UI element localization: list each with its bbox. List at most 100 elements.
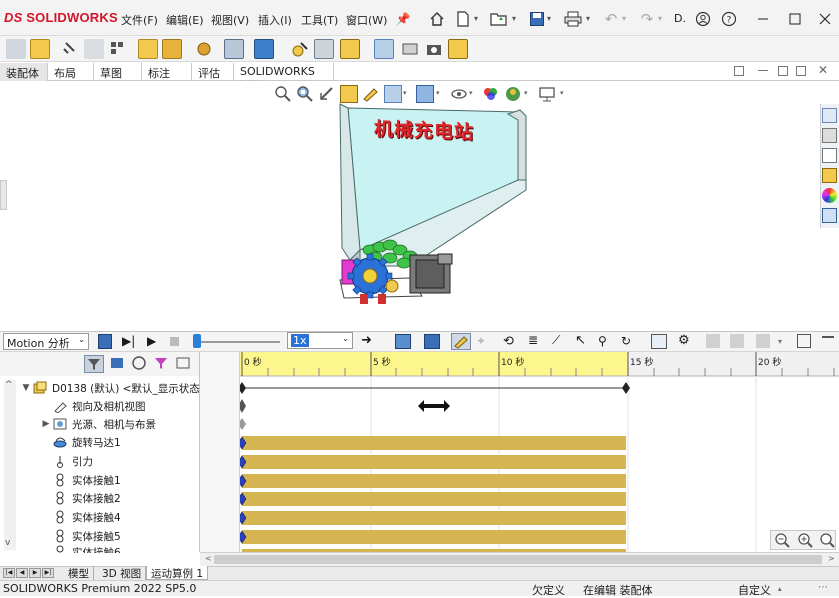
add-key-icon[interactable]: ✦ (476, 334, 486, 348)
restore-viewport-icon[interactable] (734, 66, 744, 76)
smart-fasteners-icon[interactable] (138, 39, 158, 59)
tile-document-icon[interactable] (778, 66, 788, 76)
close-document-icon[interactable]: ✕ (818, 63, 828, 77)
collapse-motion-manager-icon[interactable] (730, 334, 744, 348)
tab-evaluate[interactable]: 评估 (192, 63, 234, 81)
view-palette-icon[interactable] (822, 168, 837, 183)
save-animation-icon[interactable] (395, 334, 411, 349)
custom-properties-icon[interactable] (822, 208, 837, 223)
tab-assembly[interactable]: 装配体 (0, 63, 48, 81)
playback-speed-select[interactable]: 1x ⌄ (287, 332, 353, 349)
playback-slider-track[interactable] (194, 341, 280, 343)
take-snapshot-icon[interactable] (424, 39, 444, 59)
file-explorer-icon[interactable] (822, 148, 837, 163)
next-tab-icon[interactable]: ▶ (29, 568, 41, 578)
chevron-down-icon[interactable]: ▾ (524, 89, 528, 97)
linear-pattern-icon[interactable] (108, 39, 128, 59)
tab-model[interactable]: 模型 (64, 566, 94, 580)
playback-mode-icon[interactable]: ➜ (361, 333, 372, 348)
filter-animated-icon[interactable] (84, 355, 104, 373)
menu-window[interactable]: 窗口(W) (346, 12, 387, 28)
edit-component-icon[interactable] (6, 39, 26, 59)
maximize-icon[interactable] (784, 8, 806, 30)
tab-3d-views[interactable]: 3D 视图 (98, 566, 147, 580)
zoom-to-fit-icon[interactable] (274, 85, 292, 103)
feature-manager-collapse-handle[interactable] (0, 180, 7, 210)
tab-solidworks-addins[interactable]: SOLIDWORKS 插件 (234, 63, 334, 93)
scroll-down-icon[interactable]: v (5, 538, 10, 548)
chevron-down-icon[interactable]: ▾ (560, 89, 564, 97)
scroll-left-icon[interactable]: < (205, 554, 212, 563)
tree-vertical-scrollbar[interactable] (4, 380, 16, 550)
study-type-select[interactable]: Motion 分析 ⌄ (3, 333, 89, 350)
tab-motion-study-1[interactable]: 运动算例 1 (146, 566, 209, 580)
chevron-down-icon[interactable]: ▾ (403, 89, 407, 97)
bill-of-materials-icon[interactable] (314, 39, 334, 59)
minimize-document-icon[interactable] (758, 70, 768, 71)
reference-geometry-icon[interactable] (254, 39, 274, 59)
motion-study-properties-icon[interactable] (706, 334, 720, 348)
assembly-features-icon[interactable] (224, 39, 244, 59)
play-icon[interactable]: ▶ (147, 334, 156, 348)
results-and-plots-icon[interactable] (651, 334, 667, 349)
chevron-down-icon[interactable]: ▾ (436, 89, 440, 97)
contact-icon[interactable]: ⚲ (598, 334, 607, 348)
tab-navigation-arrows[interactable]: |◀ ◀ ▶ ▶| (3, 568, 57, 578)
auto-fit-icon[interactable] (174, 355, 192, 373)
expand-icon[interactable]: ▶ (40, 419, 52, 429)
mate-icon[interactable] (60, 39, 80, 59)
minimize-pane-icon[interactable] (822, 336, 834, 344)
maximize-document-icon[interactable] (796, 66, 806, 76)
component-preview-icon[interactable] (84, 39, 104, 59)
menu-view[interactable]: 视图(V) (211, 12, 249, 28)
menu-tools[interactable]: 工具(T) (301, 12, 338, 28)
tab-layout[interactable]: 布局 (48, 63, 94, 81)
chevron-up-icon[interactable]: ▴ (778, 585, 782, 593)
instant3d-icon[interactable] (374, 39, 394, 59)
chevron-down-icon[interactable]: ▾ (778, 337, 782, 346)
menu-edit[interactable]: 编辑(E) (166, 12, 204, 28)
undo-icon[interactable]: ↶ (600, 8, 622, 30)
search-field[interactable]: D. (674, 12, 686, 25)
autokey-icon[interactable] (451, 333, 471, 350)
zoom-out-icon[interactable] (774, 532, 790, 548)
collapse-icon[interactable]: ▼ (20, 383, 32, 393)
spring-icon[interactable]: ≣ (528, 333, 538, 347)
chevron-down-icon[interactable]: ▾ (658, 14, 662, 23)
stop-icon[interactable] (170, 337, 179, 346)
chevron-down-icon[interactable]: ▾ (474, 14, 478, 23)
home-icon[interactable] (426, 8, 448, 30)
status-options-icon[interactable]: ⋯ (818, 582, 828, 593)
tree-item-assembly[interactable]: ▼ D0138 (默认) <默认_显示状态 (20, 379, 220, 397)
animation-wizard-icon[interactable] (424, 334, 440, 349)
scroll-up-icon[interactable]: ^ (5, 380, 13, 390)
save-icon[interactable] (526, 8, 548, 30)
show-hidden-icon[interactable] (194, 39, 214, 59)
user-account-icon[interactable] (692, 8, 714, 30)
pin-icon[interactable]: 📌 (392, 8, 414, 30)
print-icon[interactable] (562, 8, 584, 30)
calculate-icon[interactable] (98, 334, 112, 349)
play-from-start-icon[interactable]: ▶| (122, 334, 135, 348)
zoom-in-icon[interactable] (797, 532, 813, 548)
scroll-right-icon[interactable]: > (828, 554, 835, 563)
force-icon[interactable]: ↖ (575, 333, 586, 348)
last-tab-icon[interactable]: ▶| (42, 568, 54, 578)
gear-icon[interactable]: ⚙ (678, 333, 690, 348)
new-motion-study-icon[interactable] (290, 39, 310, 59)
filter-selected-icon[interactable] (130, 355, 148, 373)
chevron-down-icon[interactable]: ▾ (586, 14, 590, 23)
home-icon[interactable] (822, 108, 837, 123)
solidworks-logo[interactable]: DS SOLIDWORKS (4, 10, 118, 25)
view-settings-icon[interactable] (538, 85, 556, 103)
filter-driving-icon[interactable] (108, 355, 126, 373)
chevron-down-icon[interactable]: ▾ (622, 14, 626, 23)
playback-slider-thumb[interactable] (193, 334, 201, 348)
large-assembly-icon[interactable] (448, 39, 468, 59)
zoom-to-area-icon[interactable] (296, 85, 314, 103)
design-library-icon[interactable] (822, 128, 837, 143)
move-component-icon[interactable] (162, 39, 182, 59)
first-tab-icon[interactable]: |◀ (3, 568, 15, 578)
close-icon[interactable] (814, 8, 836, 30)
gravity-icon[interactable]: ↻ (621, 334, 631, 348)
